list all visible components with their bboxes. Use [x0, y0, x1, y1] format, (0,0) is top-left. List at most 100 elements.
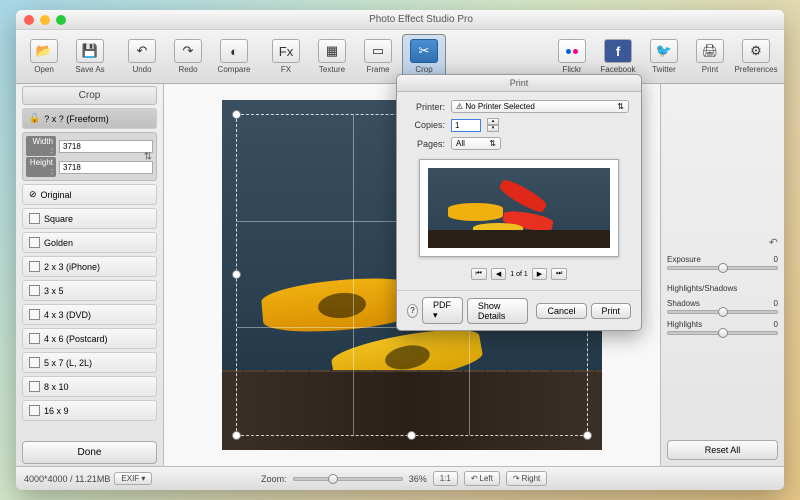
minimize-icon[interactable]: [40, 15, 50, 25]
facebook-button[interactable]: fFacebook: [596, 34, 640, 80]
crop-ratio-5[interactable]: 4 x 3 (DVD): [22, 304, 157, 325]
compare-icon: ◐: [220, 39, 248, 63]
adjustments-panel: ↶ Exposure0 Highlights/Shadows Shadows0 …: [660, 84, 784, 466]
facebook-icon: f: [604, 39, 632, 63]
save-icon: 💾: [76, 39, 104, 63]
twitter-icon: 🐦: [650, 39, 678, 63]
crop-ratio-6[interactable]: 4 x 6 (Postcard): [22, 328, 157, 349]
crop-ratio-7[interactable]: 5 x 7 (L, 2L): [22, 352, 157, 373]
rotate-left-button[interactable]: ↶Left: [464, 471, 500, 486]
flickr-button[interactable]: Flickr: [550, 34, 594, 80]
preferences-button[interactable]: ⚙Preferences: [734, 34, 778, 80]
height-input[interactable]: 3718: [59, 161, 153, 174]
width-input[interactable]: 3718: [59, 140, 153, 153]
flickr-icon: [558, 39, 586, 63]
ratio-icon: [29, 261, 40, 272]
highlights-slider[interactable]: Highlights0: [667, 320, 778, 335]
pdf-button[interactable]: PDF ▾: [422, 297, 463, 324]
page-first-button[interactable]: ⏮: [471, 268, 487, 280]
zoom-value: 36%: [409, 474, 427, 484]
texture-button[interactable]: ▦Texture: [310, 34, 354, 80]
ratio-icon: [29, 237, 40, 248]
redo-button[interactable]: ↷Redo: [166, 34, 210, 80]
texture-icon: ▦: [318, 39, 346, 63]
pages-select[interactable]: All⇅: [451, 137, 501, 150]
ratio-icon: [29, 405, 40, 416]
statusbar: 4000*4000 / 11.21MB EXIF ▾ Zoom: 36% 1:1…: [16, 466, 784, 490]
crop-ratio-3[interactable]: 2 x 3 (iPhone): [22, 256, 157, 277]
redo-icon: ↷: [174, 39, 202, 63]
zoom-slider[interactable]: [293, 477, 403, 481]
window-title: Photo Effect Studio Pro: [66, 14, 776, 25]
show-details-button[interactable]: Show Details: [467, 298, 529, 324]
frame-button[interactable]: ▭Frame: [356, 34, 400, 80]
folder-open-icon: 📂: [30, 39, 58, 63]
crop-handle-se[interactable]: [583, 431, 592, 440]
print-icon: 🖨: [696, 39, 724, 63]
shadows-slider[interactable]: Shadows0: [667, 299, 778, 314]
fit-button[interactable]: 1:1: [433, 471, 458, 486]
help-button[interactable]: ?: [407, 304, 418, 318]
reset-all-button[interactable]: Reset All: [667, 440, 778, 460]
ratio-icon: [29, 309, 40, 320]
exif-button[interactable]: EXIF ▾: [114, 472, 152, 485]
zoom-label: Zoom:: [261, 474, 287, 484]
zoom-icon[interactable]: [56, 15, 66, 25]
fx-icon: Fx: [272, 39, 300, 63]
ratio-icon: [29, 285, 40, 296]
ratio-icon: [29, 381, 40, 392]
crop-ratio-8[interactable]: 8 x 10: [22, 376, 157, 397]
rotate-right-button[interactable]: ↷Right: [506, 471, 547, 486]
print-dialog: Print Printer: ⚠ No Printer Selected⇅ Co…: [396, 74, 642, 331]
crop-button[interactable]: ✂Crop: [402, 34, 446, 80]
crop-icon: ✂: [410, 39, 438, 63]
fx-button[interactable]: FxFX: [264, 34, 308, 80]
frame-icon: ▭: [364, 39, 392, 63]
no-icon: ⊘: [29, 189, 37, 200]
page-nav: ⏮ ◀ 1 of 1 ▶ ⏭: [409, 268, 629, 280]
highlights-shadows-label: Highlights/Shadows: [667, 284, 778, 293]
titlebar: Photo Effect Studio Pro: [16, 10, 784, 30]
compare-button[interactable]: ◐Compare: [212, 34, 256, 80]
saveas-button[interactable]: 💾Save As: [68, 34, 112, 80]
print-preview: [419, 159, 619, 257]
crop-ratio-9[interactable]: 16 x 9: [22, 400, 157, 421]
page-next-button[interactable]: ▶: [532, 268, 547, 280]
print-confirm-button[interactable]: Print: [591, 303, 632, 319]
crop-ratio-2[interactable]: Golden: [22, 232, 157, 253]
print-button[interactable]: 🖨Print: [688, 34, 732, 80]
crop-handle-w[interactable]: [232, 270, 241, 279]
done-button[interactable]: Done: [22, 441, 157, 464]
close-icon[interactable]: [24, 15, 34, 25]
cancel-button[interactable]: Cancel: [536, 303, 586, 319]
ratio-icon: [29, 333, 40, 344]
ratio-icon: [29, 213, 40, 224]
crop-handle-nw[interactable]: [232, 110, 241, 119]
image-dimensions: 4000*4000 / 11.21MB: [24, 474, 110, 484]
crop-ratio-1[interactable]: Square: [22, 208, 157, 229]
crop-ratio-0[interactable]: ⊘Original: [22, 184, 157, 205]
undo-adjustment-icon[interactable]: ↶: [667, 236, 778, 249]
crop-freeform[interactable]: 🔓? x ? (Freeform): [22, 108, 157, 129]
window-controls: [24, 15, 66, 25]
copies-input[interactable]: 1: [451, 119, 481, 132]
open-button[interactable]: 📂Open: [22, 34, 66, 80]
crop-sidebar: Crop 🔓? x ? (Freeform) Width :3718 Heigh…: [16, 84, 164, 466]
sidebar-title: Crop: [22, 86, 157, 105]
crop-handle-sw[interactable]: [232, 431, 241, 440]
page-last-button[interactable]: ⏭: [551, 268, 567, 280]
ratio-icon: [29, 357, 40, 368]
twitter-button[interactable]: 🐦Twitter: [642, 34, 686, 80]
crop-handle-s[interactable]: [407, 431, 416, 440]
exposure-slider[interactable]: Exposure0: [667, 255, 778, 270]
crop-ratio-4[interactable]: 3 x 5: [22, 280, 157, 301]
swap-dimensions-icon[interactable]: ⇅: [144, 151, 152, 162]
rotate-left-icon: ↶: [471, 474, 478, 483]
rotate-right-icon: ↷: [513, 474, 520, 483]
printer-select[interactable]: ⚠ No Printer Selected⇅: [451, 100, 629, 113]
lock-icon: 🔓: [29, 113, 40, 124]
undo-icon: ↶: [128, 39, 156, 63]
undo-button[interactable]: ↶Undo: [120, 34, 164, 80]
page-prev-button[interactable]: ◀: [491, 268, 506, 280]
copies-stepper[interactable]: ▴▾: [487, 118, 499, 132]
